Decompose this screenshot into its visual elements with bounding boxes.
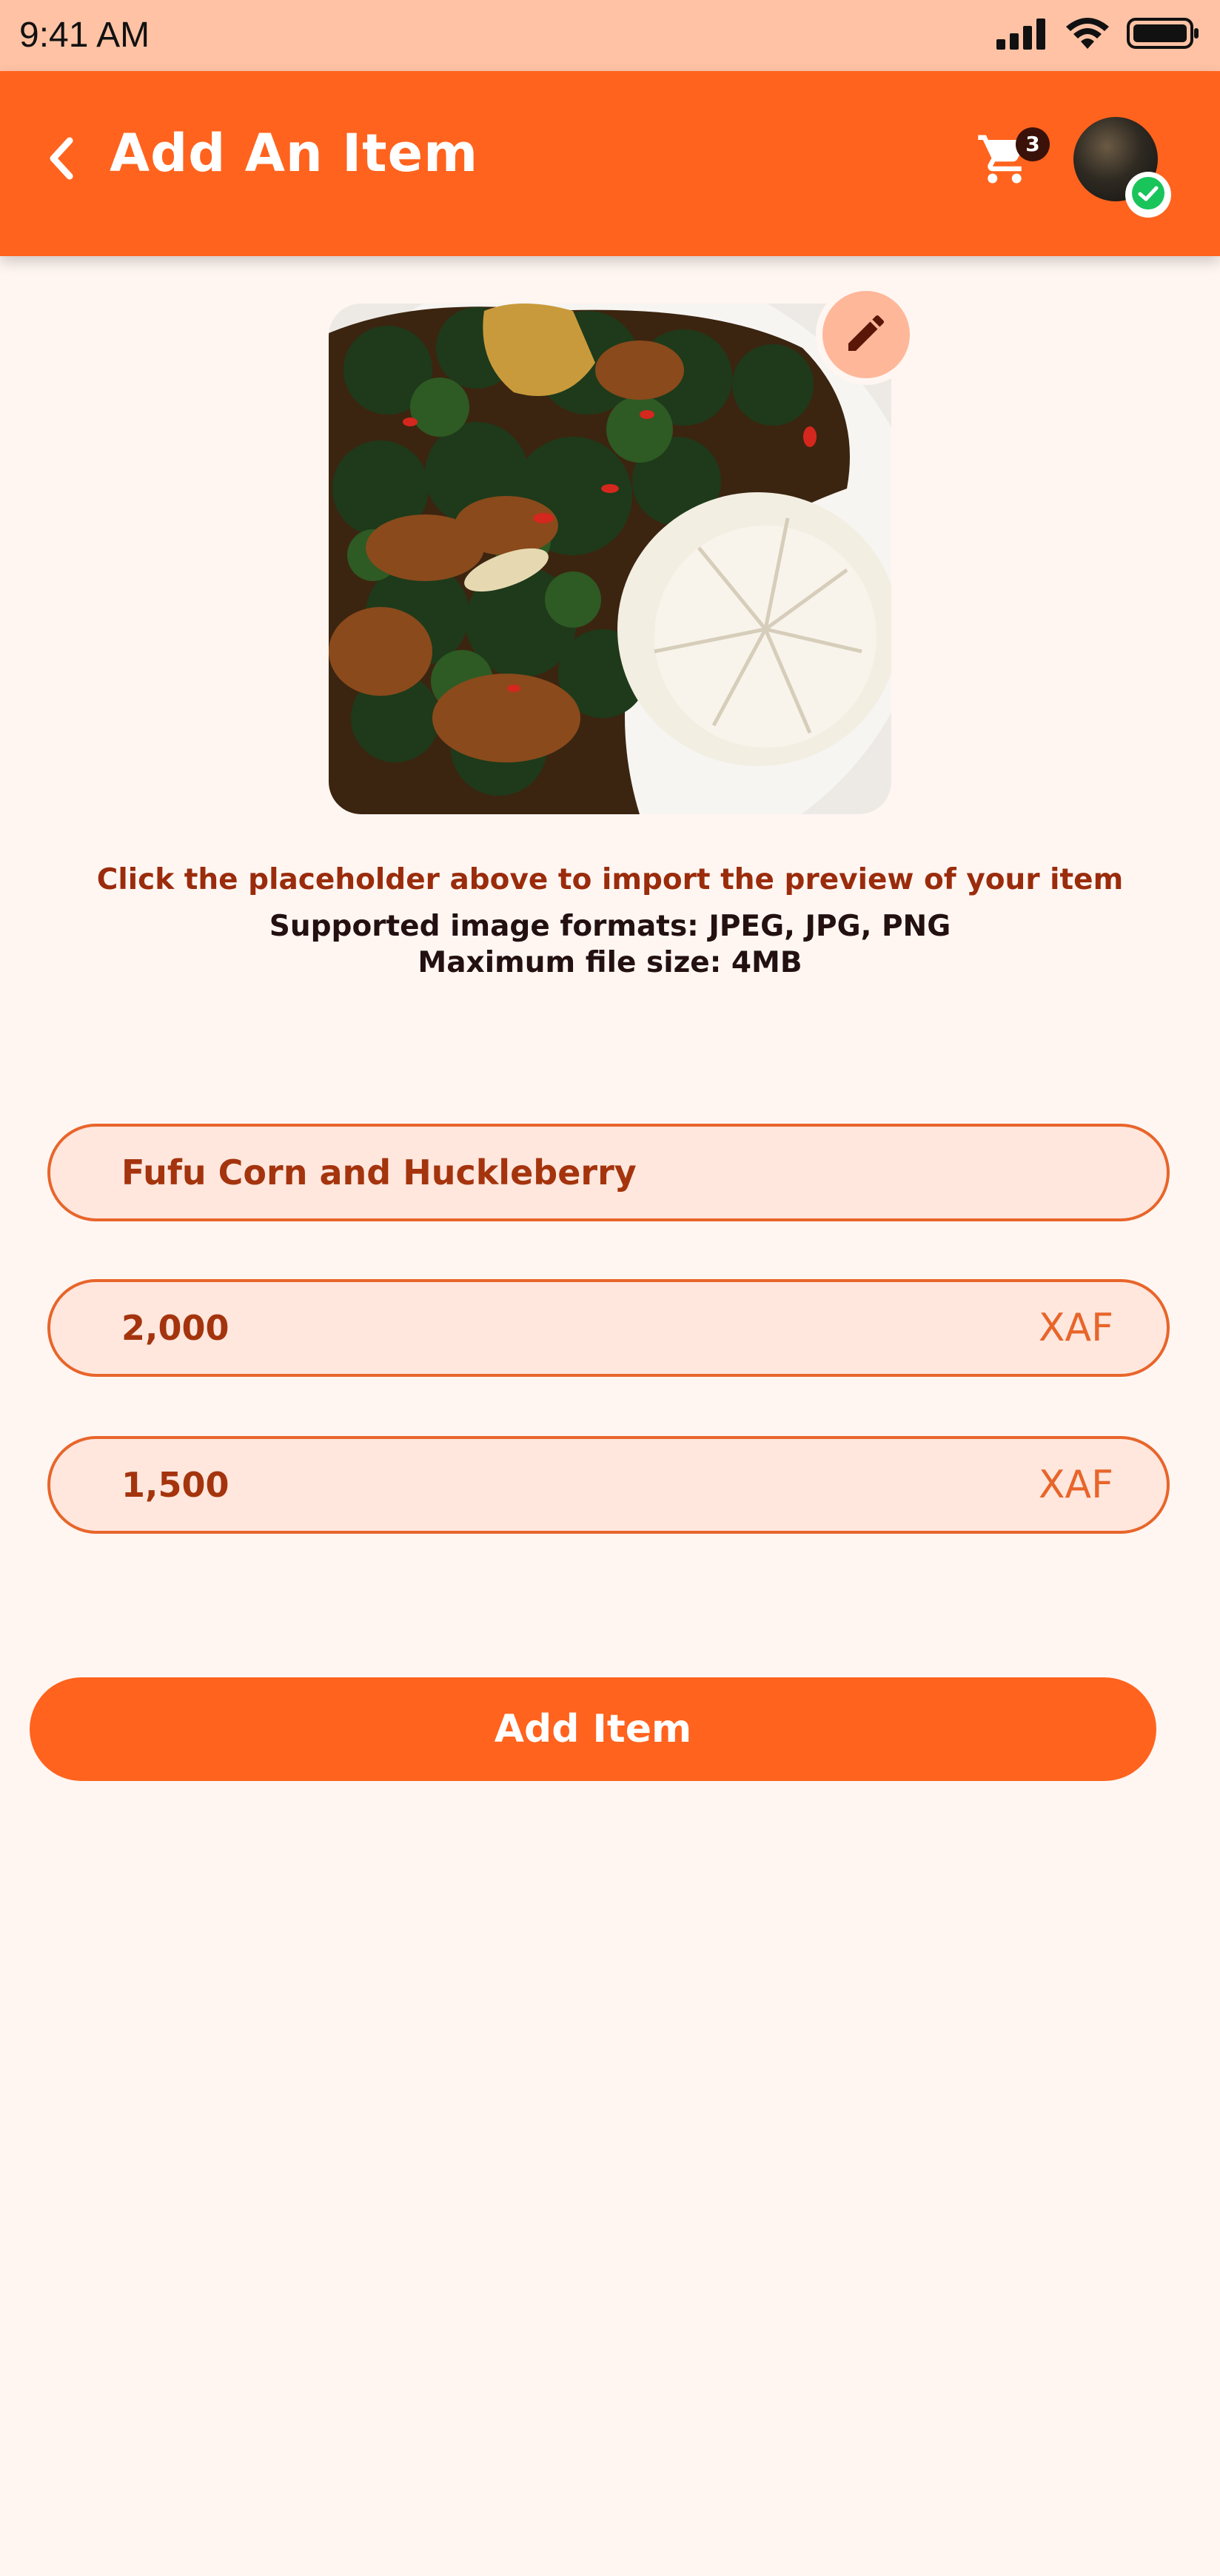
page-title: Add An Item <box>110 123 479 184</box>
upload-formats: Supported image formats: JPEG, JPG, PNG <box>269 910 951 943</box>
upload-max-size: Maximum file size: 4MB <box>418 946 802 979</box>
battery-icon <box>1127 16 1201 53</box>
chevron-left-icon <box>44 135 77 185</box>
cart-count-badge: 3 <box>1016 127 1050 161</box>
status-bar: 9:41 AM <box>0 0 1220 71</box>
avatar[interactable] <box>1073 117 1171 218</box>
status-time: 9:41 AM <box>19 16 150 55</box>
cart-icon <box>976 135 1033 191</box>
discount-currency-label: XAF <box>1038 1463 1113 1507</box>
check-circle-icon <box>1130 175 1167 215</box>
item-price-field[interactable]: 2,000 XAF <box>47 1279 1170 1377</box>
item-name-value: Fufu Corn and Huckleberry <box>121 1153 637 1193</box>
back-button[interactable] <box>38 130 83 189</box>
wifi-icon <box>1065 16 1110 53</box>
verified-badge <box>1125 172 1171 218</box>
price-currency-label: XAF <box>1038 1306 1113 1350</box>
item-name-field[interactable]: Fufu Corn and Huckleberry <box>47 1124 1170 1221</box>
edit-image-button[interactable] <box>816 284 916 385</box>
add-item-button[interactable]: Add Item <box>30 1677 1156 1781</box>
item-image-preview[interactable] <box>329 303 891 814</box>
app-header: Add An Item 3 <box>0 71 1220 256</box>
status-icons <box>996 16 1201 53</box>
item-discount-price-value: 1,500 <box>121 1465 229 1505</box>
cart-button[interactable]: 3 <box>976 127 1050 197</box>
upload-instruction: Click the placeholder above to import th… <box>96 863 1124 896</box>
item-price-value: 2,000 <box>121 1308 229 1348</box>
item-discount-price-field[interactable]: 1,500 XAF <box>47 1436 1170 1534</box>
pencil-icon <box>842 309 890 360</box>
edit-image-inner <box>822 291 910 378</box>
signal-icon <box>996 17 1048 53</box>
